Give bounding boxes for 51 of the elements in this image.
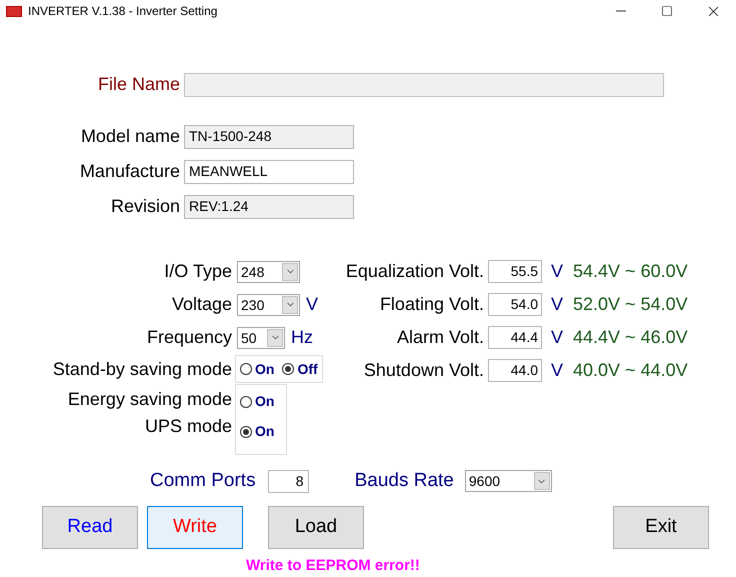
setting-label: Energy saving mode [66, 388, 232, 411]
setting-label: Stand-by saving mode [52, 358, 232, 381]
voltage-label: Floating Volt. [378, 293, 484, 316]
input-field[interactable]: MEANWELL [184, 160, 354, 184]
setting-label: Frequency [146, 326, 232, 349]
dropdown[interactable]: 9600 [464, 470, 552, 492]
setting-label: I/O Type [163, 260, 232, 283]
bauds-rate-label: Bauds Rate [354, 469, 454, 493]
unit-label: V [551, 359, 564, 382]
unit-label: V [551, 326, 564, 349]
radio-button[interactable] [240, 426, 252, 438]
voltage-label: Equalization Volt. [344, 260, 484, 283]
action-button[interactable]: Exit [613, 506, 709, 548]
dropdown[interactable]: 50 [237, 326, 285, 348]
radio-label: On [255, 422, 274, 441]
dropdown[interactable]: 230 [237, 294, 300, 316]
file-name-field[interactable] [184, 72, 664, 96]
field-label: Manufacture [78, 160, 180, 183]
setting-label: UPS mode [144, 415, 232, 438]
radio-button[interactable] [282, 363, 294, 375]
unit-label: V [306, 293, 318, 316]
comm-ports-field[interactable]: 8 [268, 470, 309, 493]
voltage-label: Alarm Volt. [396, 326, 484, 349]
radio-label: Off [297, 360, 318, 378]
radio-label: On [255, 360, 274, 378]
voltage-range: 44.4V ~ 46.0V [573, 326, 688, 349]
radio-button[interactable] [240, 363, 252, 375]
voltage-field[interactable]: 44.4 [488, 326, 542, 349]
voltage-label: Shutdown Volt. [362, 359, 484, 382]
app-logo-icon [6, 6, 22, 16]
voltage-range: 54.4V ~ 60.0V [573, 260, 688, 283]
field-label: Revision [110, 195, 180, 218]
status-message: Write to EEPROM error!! [246, 556, 421, 576]
setting-label: Voltage [170, 293, 232, 316]
voltage-field[interactable]: 54.0 [488, 293, 542, 316]
radio-button[interactable] [240, 396, 252, 408]
voltage-field[interactable]: 55.5 [488, 260, 542, 283]
unit-label: V [551, 260, 564, 283]
action-button[interactable]: Load [268, 506, 364, 548]
file-name-label: File Name [96, 73, 180, 96]
dropdown[interactable]: 248 [237, 260, 300, 282]
window-title: INVERTER V.1.38 - Inverter Setting [28, 3, 218, 20]
radio-label: On [255, 392, 274, 411]
comm-ports-label: Comm Ports [150, 469, 256, 493]
unit-label: V [551, 293, 564, 316]
voltage-field[interactable]: 44.0 [488, 359, 542, 382]
action-button[interactable]: Read [42, 506, 138, 548]
voltage-range: 40.0V ~ 44.0V [573, 359, 688, 382]
voltage-range: 52.0V ~ 54.0V [573, 293, 688, 316]
unit-label: Hz [291, 326, 313, 349]
field-label: Model name [80, 125, 180, 148]
